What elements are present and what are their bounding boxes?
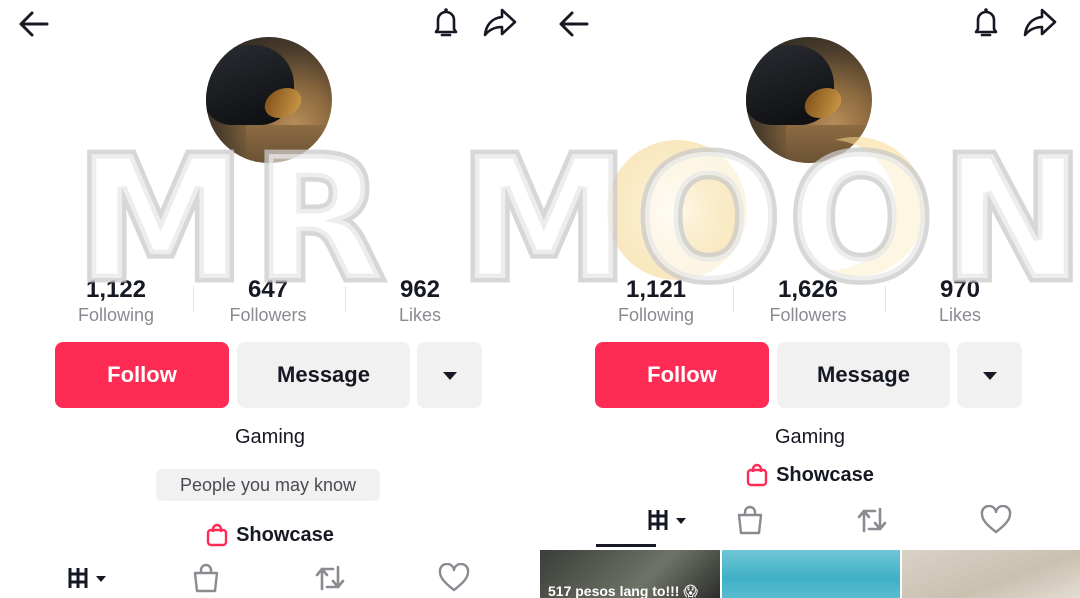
showcase-link[interactable]: Showcase <box>540 463 1080 487</box>
more-options-button[interactable] <box>957 342 1022 408</box>
stat-likes: 970 Likes <box>884 276 1036 326</box>
stat-likes: 962 Likes <box>344 276 496 326</box>
message-button[interactable]: Message <box>777 342 950 408</box>
more-options-button[interactable] <box>417 342 482 408</box>
bio-text: Gaming <box>234 426 306 448</box>
stat-followers-value: 1,626 <box>777 276 839 303</box>
profile-stats: 1,122 Following 647 Followers 962 Likes <box>38 276 498 332</box>
caret-down-icon <box>441 362 459 388</box>
people-you-may-know-button[interactable]: People you may know <box>156 469 380 501</box>
showcase-label: Showcase <box>236 523 334 546</box>
liked-heart-icon[interactable] <box>414 556 494 598</box>
active-tab-indicator <box>596 544 656 547</box>
shop-bag-icon[interactable] <box>166 556 246 598</box>
stat-following-value: 1,121 <box>625 276 687 303</box>
video-thumbnail[interactable] <box>902 550 1080 598</box>
profile-panel-right: 1,121 Following 1,626 Followers 970 Like… <box>540 0 1080 598</box>
stat-likes-value: 970 <box>939 276 981 303</box>
share-icon[interactable] <box>1020 2 1060 42</box>
showcase-label: Showcase <box>776 463 874 486</box>
videos-grid-icon[interactable] <box>628 498 708 542</box>
profile-tabs <box>540 498 1080 547</box>
profile-stats: 1,121 Following 1,626 Followers 970 Like… <box>578 276 1038 332</box>
stat-followers-value: 647 <box>247 276 289 303</box>
repost-icon[interactable] <box>832 498 912 542</box>
bio-text: Gaming <box>774 426 846 448</box>
stat-following-label: Following <box>617 305 695 325</box>
follow-button[interactable]: Follow <box>595 342 769 408</box>
stat-likes-label: Likes <box>938 305 982 325</box>
bell-icon[interactable] <box>966 2 1006 42</box>
bell-icon[interactable] <box>426 2 466 42</box>
message-button[interactable]: Message <box>237 342 410 408</box>
stat-following[interactable]: 1,122 Following <box>40 276 192 326</box>
back-arrow-icon[interactable] <box>14 4 54 44</box>
stat-followers-label: Followers <box>229 305 307 325</box>
stat-followers[interactable]: 647 Followers <box>192 276 344 326</box>
shopping-bag-icon <box>746 463 768 487</box>
stat-likes-value: 962 <box>399 276 441 303</box>
liked-heart-icon[interactable] <box>956 498 1036 542</box>
avatar[interactable] <box>206 37 332 163</box>
video-caption: 517 pesos lang to!!! 😱 <box>548 583 698 598</box>
showcase-link[interactable]: Showcase <box>0 523 540 547</box>
stat-following-label: Following <box>77 305 155 325</box>
back-arrow-icon[interactable] <box>554 4 594 44</box>
stat-following-value: 1,122 <box>85 276 147 303</box>
share-icon[interactable] <box>480 2 520 42</box>
caret-down-icon <box>981 362 999 388</box>
profile-panel-left: 1,122 Following 647 Followers 962 Likes … <box>0 0 540 598</box>
profile-tabs <box>0 556 540 598</box>
video-thumbnail[interactable] <box>722 550 900 598</box>
shop-bag-icon[interactable] <box>710 498 790 542</box>
videos-grid-icon[interactable] <box>48 556 128 598</box>
shopping-bag-icon <box>206 523 228 547</box>
video-grid: 517 pesos lang to!!! 😱 <box>540 550 1080 598</box>
stat-followers[interactable]: 1,626 Followers <box>732 276 884 326</box>
repost-icon[interactable] <box>290 556 370 598</box>
stat-followers-label: Followers <box>769 305 847 325</box>
stat-following[interactable]: 1,121 Following <box>580 276 732 326</box>
avatar[interactable] <box>746 37 872 163</box>
video-thumbnail[interactable]: 517 pesos lang to!!! 😱 <box>540 550 720 598</box>
follow-button[interactable]: Follow <box>55 342 229 408</box>
stat-likes-label: Likes <box>398 305 442 325</box>
